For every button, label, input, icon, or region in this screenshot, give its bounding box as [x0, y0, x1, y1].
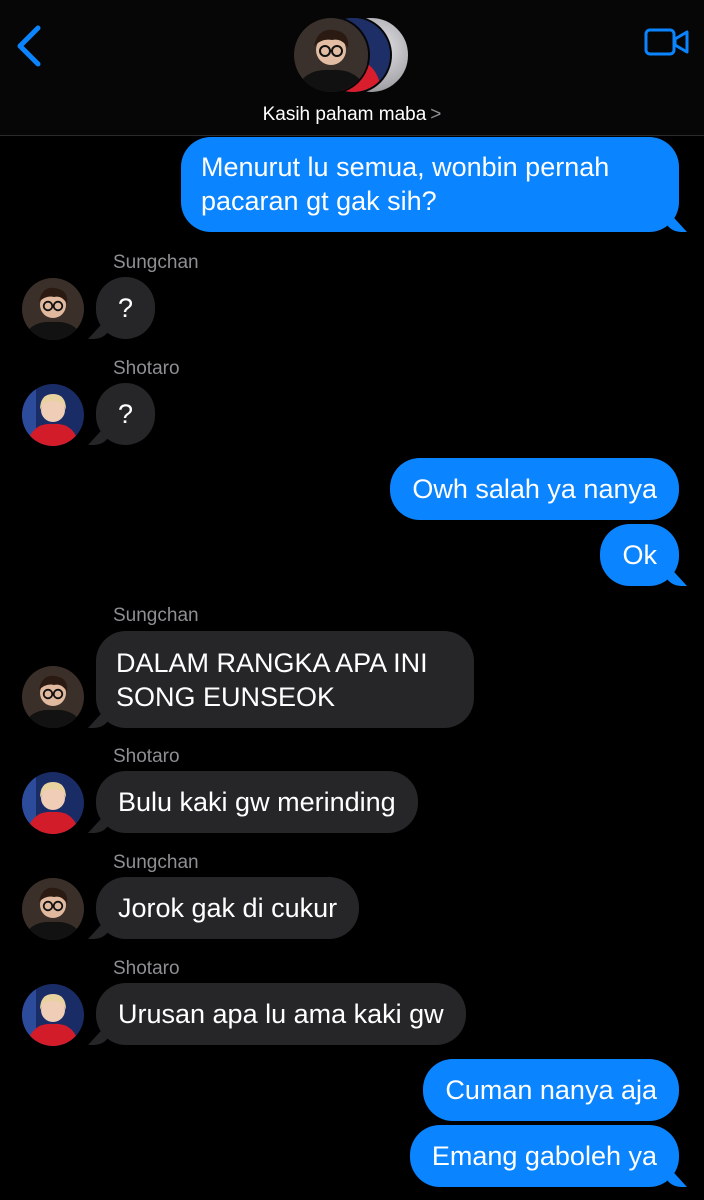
message-bubble-incoming[interactable]: ?	[96, 383, 156, 445]
message-bubble-incoming[interactable]: ?	[96, 277, 156, 339]
message-bubble-incoming[interactable]: DALAM RANGKA APA INI SONG EUNSEOK	[96, 631, 474, 728]
group-avatar[interactable]	[292, 16, 412, 94]
avatar-sungchan[interactable]	[22, 278, 84, 340]
avatar-sungchan[interactable]	[22, 666, 84, 728]
sender-name: Shotaro	[113, 958, 180, 979]
avatar-shotaro[interactable]	[22, 384, 84, 446]
chat-header: Kasih paham maba >	[0, 0, 704, 136]
avatar-sungchan[interactable]	[22, 878, 84, 940]
message-bubble-incoming[interactable]: Bulu kaki gw merinding	[96, 771, 418, 833]
message-bubble-outgoing[interactable]: Emang gaboleh ya	[409, 1125, 679, 1187]
sender-name: Sungchan	[113, 252, 199, 273]
message-bubble-outgoing[interactable]: Owh salah ya nanya	[390, 458, 679, 520]
message-bubble-incoming[interactable]: Urusan apa lu ama kaki gw	[96, 983, 466, 1045]
sender-name: Sungchan	[113, 852, 199, 873]
sender-name: Shotaro	[113, 746, 180, 767]
sender-name: Sungchan	[113, 605, 199, 626]
avatar-shotaro[interactable]	[22, 984, 84, 1046]
video-call-button[interactable]	[642, 22, 692, 62]
message-bubble-outgoing[interactable]: Cuman nanya aja	[423, 1059, 679, 1121]
chevron-left-icon	[17, 25, 41, 67]
group-name[interactable]: Kasih paham maba >	[0, 104, 704, 126]
chevron-right-icon: >	[430, 104, 442, 125]
message-bubble-outgoing[interactable]: Ok	[600, 524, 679, 586]
message-bubble-incoming[interactable]: Jorok gak di cukur	[96, 877, 360, 939]
message-bubble-outgoing[interactable]: Menurut lu semua, wonbin pernah pacaran …	[181, 137, 679, 232]
member-avatar	[292, 16, 370, 94]
video-camera-icon	[644, 28, 689, 56]
avatar-shotaro[interactable]	[22, 772, 84, 834]
sender-name: Shotaro	[113, 358, 180, 379]
group-name-label: Kasih paham maba	[262, 104, 427, 125]
back-button[interactable]	[8, 22, 50, 70]
